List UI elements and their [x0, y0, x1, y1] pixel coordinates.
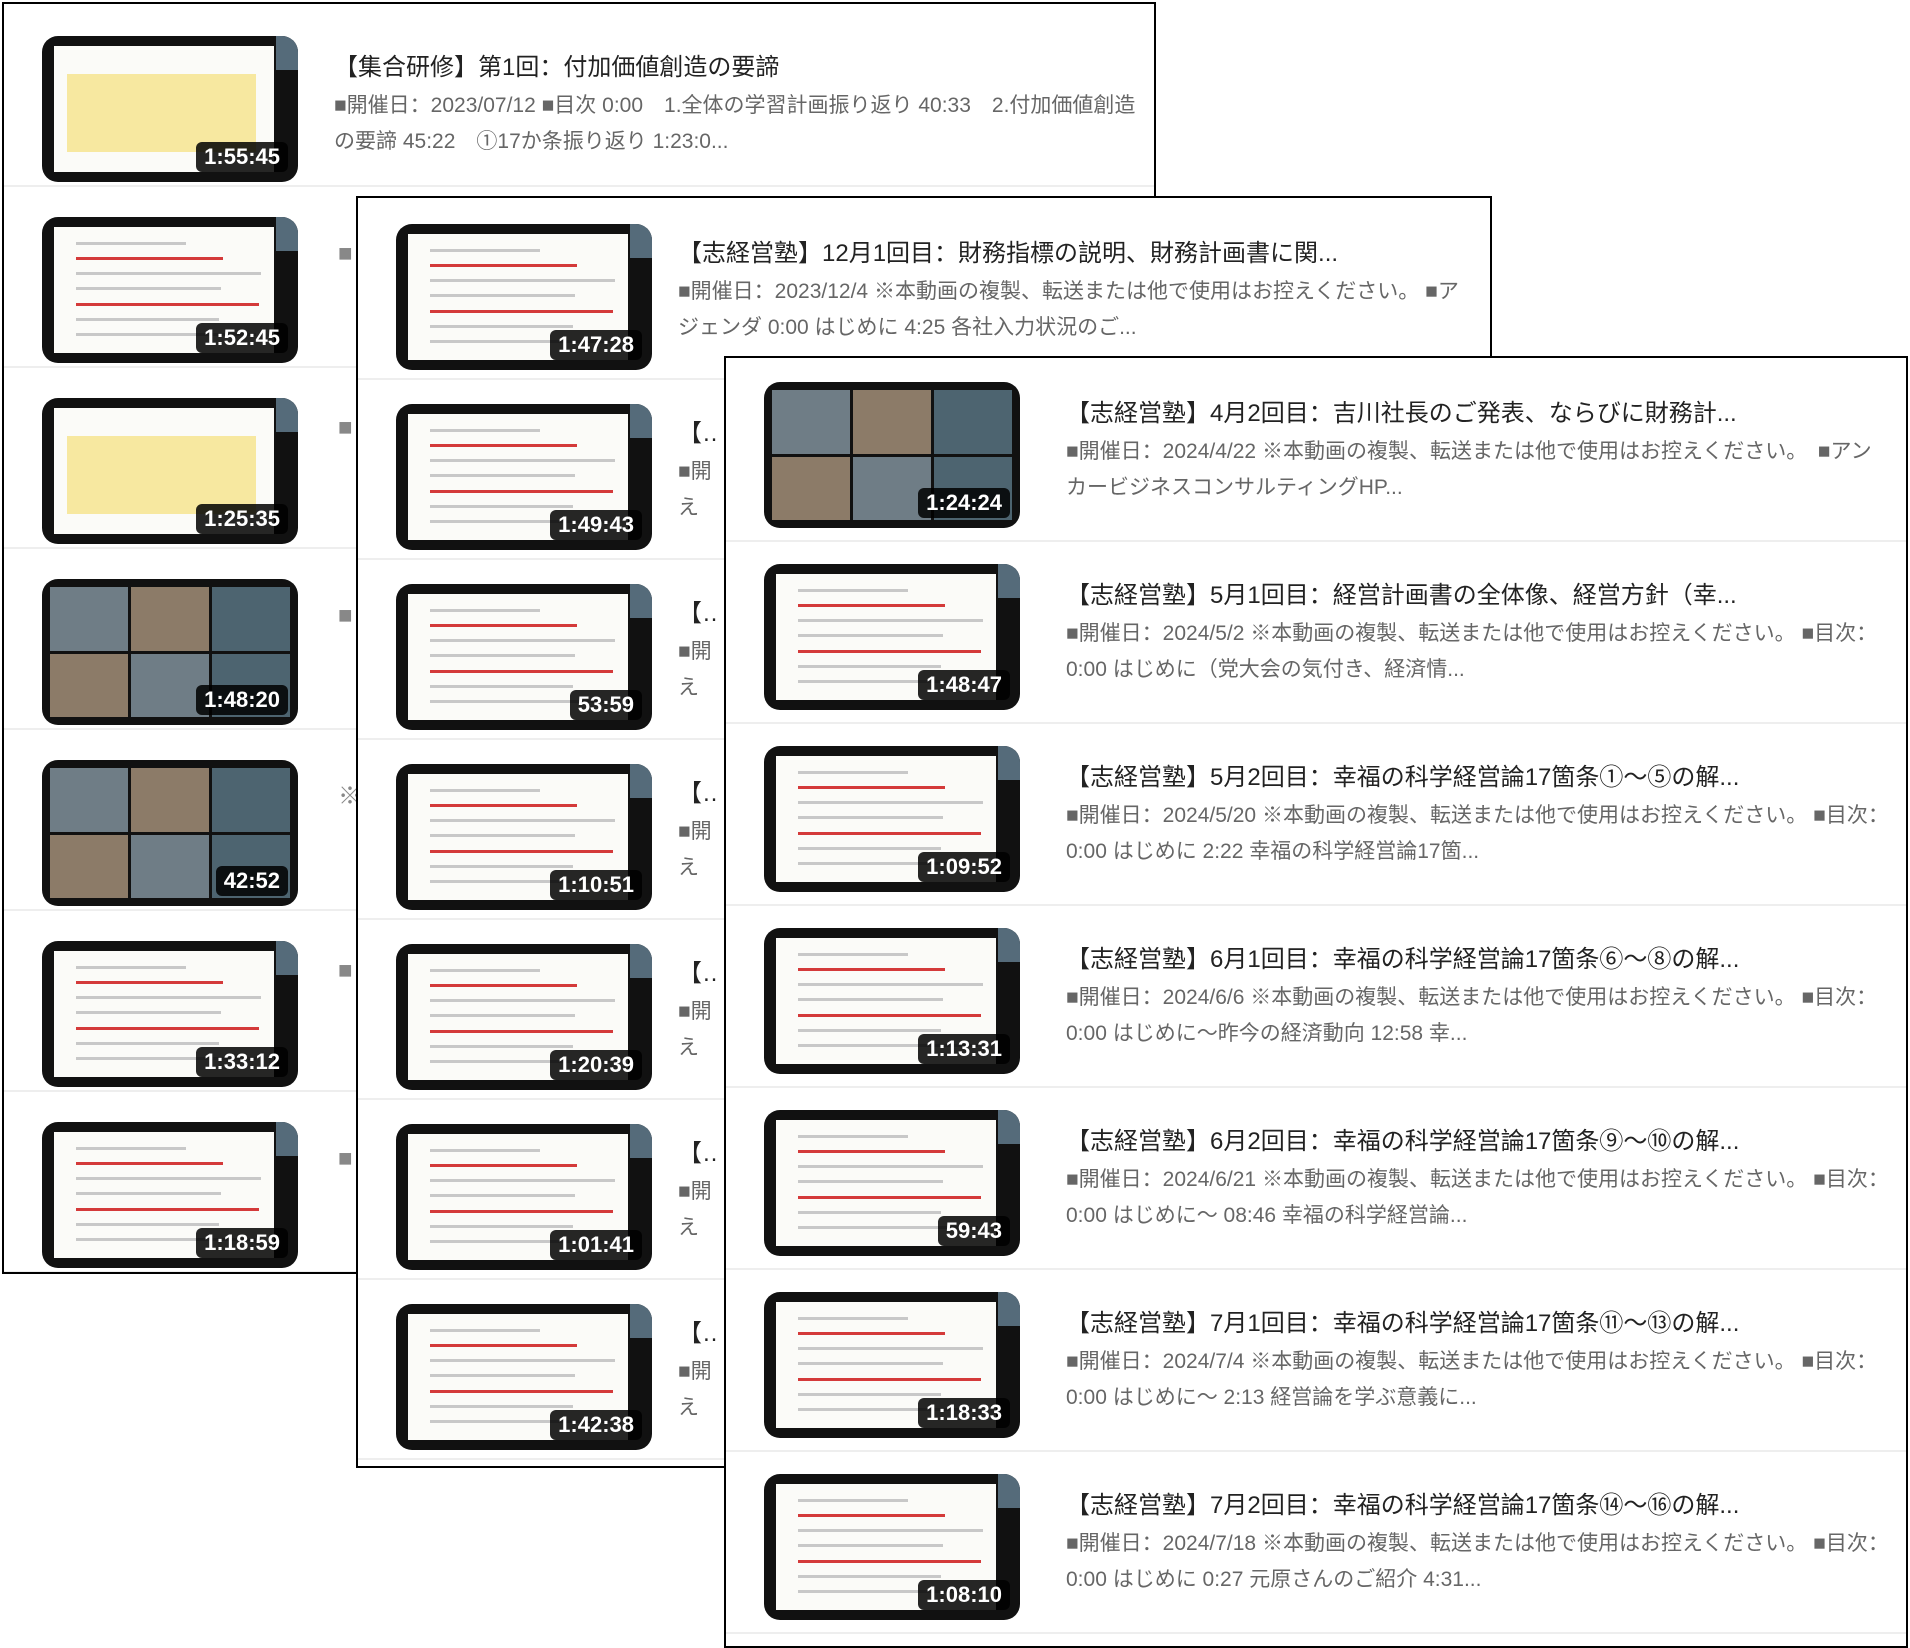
video-thumbnail[interactable]: 1:48:47: [764, 564, 1020, 710]
video-duration: 42:52: [215, 866, 288, 896]
video-description: ■開催日：2024/7/4 ※本動画の複製、転送または他で使用はお控えください。…: [1066, 1350, 1878, 1409]
video-thumbnail[interactable]: 1:08:10: [764, 1474, 1020, 1620]
video-info: 【志 ■開 えく: [678, 1318, 718, 1426]
video-thumbnail[interactable]: 1:01:41: [396, 1124, 652, 1270]
video-duration: 59:43: [937, 1216, 1010, 1246]
video-title[interactable]: 【志経営塾】4月2回目：吉川社長のご発表、ならびに財務計...: [1066, 398, 1890, 430]
video-description: ■開 えく: [678, 1360, 712, 1419]
video-duration: 1:09:52: [918, 852, 1010, 882]
video-duration: 1:08:10: [918, 1580, 1010, 1610]
video-row[interactable]: 1:47:28 【志経営塾】12月1回目：財務指標の説明、財務計画書に関... ■開…: [358, 198, 1490, 380]
video-description: ■開 えく: [678, 1000, 712, 1059]
video-duration: 1:42:38: [550, 1410, 642, 1440]
video-thumbnail[interactable]: 1:25:35: [42, 398, 298, 544]
video-thumbnail[interactable]: 1:33:12: [42, 941, 298, 1087]
video-title[interactable]: 【集合研修】第1回：付加価値創造の要諦: [334, 52, 1138, 84]
video-duration: 1:20:39: [550, 1050, 642, 1080]
video-description: ■開 えく: [678, 820, 712, 879]
video-info: 【志 ■開 えく: [678, 958, 718, 1066]
video-duration: 1:33:12: [196, 1047, 288, 1077]
video-info: 【志 ■開 えく: [678, 418, 718, 526]
video-title[interactable]: 【志: [678, 1138, 718, 1170]
video-info: 【志経営塾】6月2回目：幸福の科学経営論17箇条⑨～⑩の解... ■開催日：202…: [1066, 1126, 1890, 1234]
video-duration: 1:01:41: [550, 1230, 642, 1260]
video-thumbnail[interactable]: 1:09:52: [764, 746, 1020, 892]
video-description: ■開催日：2024/6/21 ※本動画の複製、転送または他で使用はお控えください…: [1066, 1168, 1889, 1227]
video-thumbnail[interactable]: 1:47:28: [396, 224, 652, 370]
video-duration: 1:24:24: [918, 488, 1010, 518]
video-title[interactable]: 【志: [678, 958, 718, 990]
video-title[interactable]: 【志: [678, 778, 718, 810]
video-thumbnail[interactable]: 53:59: [396, 584, 652, 730]
video-duration: 1:10:51: [550, 870, 642, 900]
video-duration: 1:48:20: [196, 685, 288, 715]
video-duration: 1:55:45: [196, 142, 288, 172]
video-info: 【集合研修】第1回：付加価値創造の要諦 ■開催日：2023/07/12 ■目次 0…: [334, 52, 1138, 160]
video-thumbnail[interactable]: 42:52: [42, 760, 298, 906]
video-description: ■開催日：2023/12/4 ※本動画の複製、転送または他で使用はお控えください…: [678, 280, 1459, 339]
video-info: 【志 ■開 えく: [678, 778, 718, 886]
video-title[interactable]: 【志: [678, 1318, 718, 1350]
video-row[interactable]: 1:13:31 【志経営塾】6月1回目：幸福の科学経営論17箇条⑥～⑧の解... ■…: [726, 904, 1906, 1088]
video-description: ■開催日：2024/7/18 ※本動画の複製、転送または他で使用はお控えください…: [1066, 1532, 1889, 1591]
video-thumbnail[interactable]: 1:20:39: [396, 944, 652, 1090]
video-title[interactable]: 【志経営塾】5月1回目：経営計画書の全体像、経営方針（幸...: [1066, 580, 1890, 612]
video-thumbnail[interactable]: 1:55:45: [42, 36, 298, 182]
video-description: ■開催日：2024/6/6 ※本動画の複製、転送または他で使用はお控えください。…: [1066, 986, 1878, 1045]
video-info: 【志経営塾】5月2回目：幸福の科学経営論17箇条①～⑤の解... ■開催日：202…: [1066, 762, 1890, 870]
video-title[interactable]: 【志経営塾】6月2回目：幸福の科学経営論17箇条⑨～⑩の解...: [1066, 1126, 1890, 1158]
video-title[interactable]: 【志経営塾】7月2回目：幸福の科学経営論17箇条⑭～⑯の解...: [1066, 1490, 1890, 1522]
video-info: 【志経営塾】12月1回目：財務指標の説明、財務計画書に関... ■開催日：2023…: [678, 238, 1474, 346]
video-info: 【志経営塾】7月1回目：幸福の科学経営論17箇条⑪～⑬の解... ■開催日：202…: [1066, 1308, 1890, 1416]
video-info: 【志経営塾】7月2回目：幸福の科学経営論17箇条⑭～⑯の解... ■開催日：202…: [1066, 1490, 1890, 1598]
video-thumbnail[interactable]: 1:42:38: [396, 1304, 652, 1450]
video-description: ■開 えく: [678, 640, 712, 699]
video-thumbnail[interactable]: 1:52:45: [42, 217, 298, 363]
video-duration: 1:47:28: [550, 330, 642, 360]
video-row[interactable]: 1:55:45 【集合研修】第1回：付加価値創造の要諦 ■開催日：2023/07/1…: [4, 4, 1154, 187]
video-thumbnail[interactable]: 1:48:20: [42, 579, 298, 725]
video-thumbnail[interactable]: 1:18:59: [42, 1122, 298, 1268]
video-thumbnail[interactable]: 1:13:31: [764, 928, 1020, 1074]
video-row[interactable]: 1:24:24 【志経営塾】4月2回目：吉川社長のご発表、ならびに財務計... ■開…: [726, 358, 1906, 542]
video-duration: 1:25:35: [196, 504, 288, 534]
video-title[interactable]: 【志経営塾】6月1回目：幸福の科学経営論17箇条⑥～⑧の解...: [1066, 944, 1890, 976]
video-title[interactable]: 【志: [678, 598, 718, 630]
video-row[interactable]: 59:43 【志経営塾】6月2回目：幸福の科学経営論17箇条⑨～⑩の解... ■開催…: [726, 1086, 1906, 1270]
video-description: ■開催日：2024/5/2 ※本動画の複製、転送または他で使用はお控えください。…: [1066, 622, 1878, 681]
video-thumbnail[interactable]: 1:24:24: [764, 382, 1020, 528]
video-thumbnail[interactable]: 1:18:33: [764, 1292, 1020, 1438]
video-duration: 1:18:59: [196, 1228, 288, 1258]
video-info: 【志 ■開 えく: [678, 1138, 718, 1246]
video-info: 【志経営塾】4月2回目：吉川社長のご発表、ならびに財務計... ■開催日：2024…: [1066, 398, 1890, 506]
video-row[interactable]: 1:48:47 【志経営塾】5月1回目：経営計画書の全体像、経営方針（幸... ■開…: [726, 540, 1906, 724]
video-title[interactable]: 【志経営塾】7月1回目：幸福の科学経営論17箇条⑪～⑬の解...: [1066, 1308, 1890, 1340]
video-duration: 1:52:45: [196, 323, 288, 353]
video-description: ■開催日：2024/4/22 ※本動画の複製、転送または他で使用はお控えください…: [1066, 440, 1872, 499]
video-duration: 1:13:31: [918, 1034, 1010, 1064]
video-thumbnail[interactable]: 59:43: [764, 1110, 1020, 1256]
video-info: 【志経営塾】5月1回目：経営計画書の全体像、経営方針（幸... ■開催日：2024…: [1066, 580, 1890, 688]
video-info: 【志経営塾】6月1回目：幸福の科学経営論17箇条⑥～⑧の解... ■開催日：202…: [1066, 944, 1890, 1052]
video-duration: 1:18:33: [918, 1398, 1010, 1428]
video-description: ■開 えく: [678, 1180, 712, 1239]
video-info: 【志 ■開 えく: [678, 598, 718, 706]
video-title[interactable]: 【志経営塾】5月2回目：幸福の科学経営論17箇条①～⑤の解...: [1066, 762, 1890, 794]
video-duration: 1:48:47: [918, 670, 1010, 700]
video-row[interactable]: 1:08:10 【志経営塾】7月2回目：幸福の科学経営論17箇条⑭～⑯の解... ■…: [726, 1450, 1906, 1634]
video-list-panel-3: 1:24:24 【志経営塾】4月2回目：吉川社長のご発表、ならびに財務計... ■開…: [724, 356, 1908, 1648]
video-thumbnail[interactable]: 1:10:51: [396, 764, 652, 910]
video-duration: 53:59: [569, 690, 642, 720]
video-row[interactable]: 1:18:33 【志経営塾】7月1回目：幸福の科学経営論17箇条⑪～⑬の解... ■…: [726, 1268, 1906, 1452]
video-title[interactable]: 【志: [678, 418, 718, 450]
video-thumbnail[interactable]: 1:49:43: [396, 404, 652, 550]
video-description: ■開 えく: [678, 460, 712, 519]
video-row[interactable]: 1:09:52 【志経営塾】5月2回目：幸福の科学経営論17箇条①～⑤の解... ■…: [726, 722, 1906, 906]
video-description: ■開催日：2023/07/12 ■目次 0:00 1.全体の学習計画振り返り 4…: [334, 94, 1136, 153]
video-duration: 1:49:43: [550, 510, 642, 540]
video-title[interactable]: 【志経営塾】12月1回目：財務指標の説明、財務計画書に関...: [678, 238, 1474, 270]
video-description: ■開催日：2024/5/20 ※本動画の複製、転送または他で使用はお控えください…: [1066, 804, 1889, 863]
